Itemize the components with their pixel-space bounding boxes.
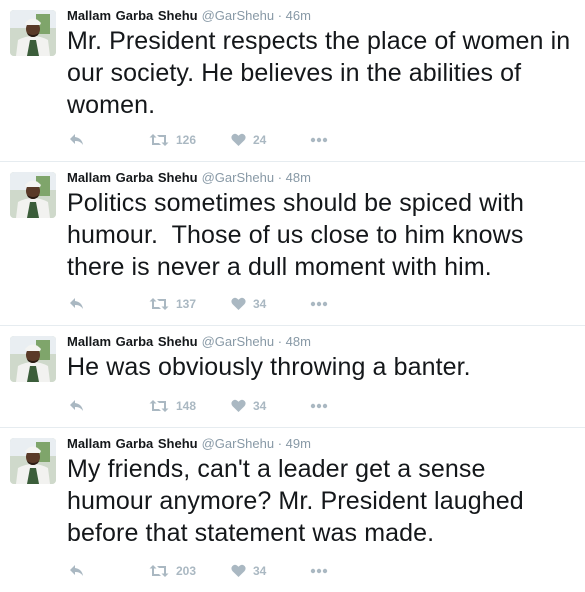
more-icon [310, 301, 328, 307]
reply-icon [69, 564, 85, 578]
author-name[interactable]: Mallam Garba Shehu [67, 8, 198, 23]
avatar-image [10, 172, 56, 218]
retweet-count: 203 [176, 564, 197, 578]
reply-icon [69, 399, 85, 413]
reply-button[interactable] [69, 132, 85, 148]
author-name[interactable]: Mallam Garba Shehu [67, 170, 198, 185]
separator-dot: · [277, 8, 283, 23]
like-button[interactable]: 34 [231, 398, 266, 414]
like-count: 34 [253, 564, 267, 578]
author-handle[interactable]: @GarShehu [202, 170, 274, 185]
tweet-text: Politics sometimes should be spiced with… [67, 189, 532, 281]
more-button[interactable] [310, 398, 328, 414]
retweet-icon [149, 564, 169, 578]
like-button[interactable]: 34 [231, 563, 266, 579]
more-icon [310, 403, 328, 409]
heart-icon [231, 399, 246, 413]
avatar[interactable] [10, 336, 56, 382]
separator-dot: · [277, 170, 283, 185]
more-icon [310, 568, 328, 574]
retweet-icon [149, 133, 169, 147]
heart-icon [231, 564, 246, 578]
tweet-header: Mallam Garba Shehu @GarShehu · 49m [67, 436, 311, 452]
tweet[interactable]: Mallam Garba Shehu @GarShehu · 49m My fri… [0, 428, 585, 592]
timestamp[interactable]: 48m [286, 170, 311, 185]
avatar[interactable] [10, 10, 56, 56]
avatar-image [10, 438, 56, 484]
author-name[interactable]: Mallam Garba Shehu [67, 436, 198, 451]
like-button[interactable]: 24 [231, 132, 266, 148]
avatar[interactable] [10, 172, 56, 218]
tweet-header: Mallam Garba Shehu @GarShehu · 48m [67, 334, 311, 350]
timestamp[interactable]: 48m [286, 334, 311, 349]
tweet-text: He was obviously throwing a banter. [67, 353, 471, 381]
retweet-button[interactable]: 203 [149, 563, 196, 579]
reply-button[interactable] [69, 563, 85, 579]
like-count: 34 [253, 399, 267, 413]
retweet-count: 126 [176, 133, 197, 147]
more-button[interactable] [310, 563, 328, 579]
author-name[interactable]: Mallam Garba Shehu [67, 334, 198, 349]
reply-icon [69, 133, 85, 147]
retweet-count: 137 [176, 297, 197, 311]
reply-button[interactable] [69, 296, 85, 312]
tweet-text: Mr. President respects the place of wome… [67, 27, 578, 119]
more-button[interactable] [310, 132, 328, 148]
tweet-header: Mallam Garba Shehu @GarShehu · 46m [67, 8, 311, 24]
retweet-icon [149, 399, 169, 413]
avatar-image [10, 336, 56, 382]
avatar-image [10, 10, 56, 56]
author-handle[interactable]: @GarShehu [202, 8, 274, 23]
retweet-button[interactable]: 137 [149, 296, 196, 312]
retweet-count: 148 [176, 399, 197, 413]
separator-dot: · [277, 436, 283, 451]
retweet-icon [149, 297, 169, 311]
tweet-text: My friends, can't a leader get a sense h… [67, 455, 531, 547]
heart-icon [231, 297, 246, 311]
tweet[interactable]: Mallam Garba Shehu @GarShehu · 46m Mr. Pr… [0, 0, 585, 162]
timestamp[interactable]: 49m [286, 436, 311, 451]
tweet-feed: Mallam Garba Shehu @GarShehu · 46m Mr. Pr… [0, 0, 585, 592]
tweet-header: Mallam Garba Shehu @GarShehu · 48m [67, 170, 311, 186]
retweet-button[interactable]: 126 [149, 132, 196, 148]
like-button[interactable]: 34 [231, 296, 266, 312]
reply-icon [69, 297, 85, 311]
avatar[interactable] [10, 438, 56, 484]
timestamp[interactable]: 46m [286, 8, 311, 23]
tweet[interactable]: Mallam Garba Shehu @GarShehu · 48m Politi… [0, 162, 585, 326]
author-handle[interactable]: @GarShehu [202, 334, 274, 349]
more-button[interactable] [310, 296, 328, 312]
more-icon [310, 137, 328, 143]
heart-icon [231, 133, 246, 147]
retweet-button[interactable]: 148 [149, 398, 196, 414]
author-handle[interactable]: @GarShehu [202, 436, 274, 451]
tweet[interactable]: Mallam Garba Shehu @GarShehu · 48m He was… [0, 326, 585, 428]
separator-dot: · [277, 334, 283, 349]
reply-button[interactable] [69, 398, 85, 414]
like-count: 34 [253, 297, 267, 311]
like-count: 24 [253, 133, 267, 147]
